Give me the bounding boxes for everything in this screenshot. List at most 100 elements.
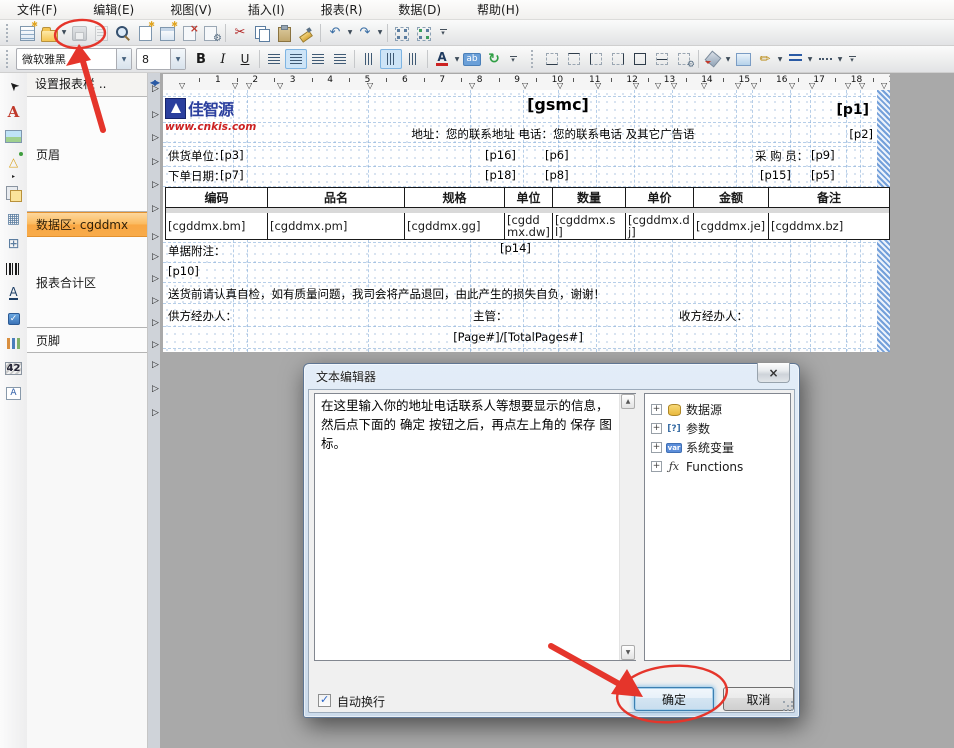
field-cell[interactable]: [cgddmx.bz] (769, 213, 890, 240)
ok-button[interactable]: 确定 (634, 687, 714, 711)
field-cell[interactable]: [cgddmx.dw] (505, 213, 553, 240)
p8-field[interactable]: [p8] (545, 168, 569, 182)
column-header[interactable]: 备注 (769, 187, 890, 208)
rich-text-icon[interactable] (1, 282, 26, 305)
logo[interactable]: 佳智源 www.cnkis.com (165, 96, 251, 133)
field-cell[interactable]: [cgddmx.je] (694, 213, 769, 240)
textbox-icon[interactable] (1, 382, 26, 405)
band-report-summary[interactable]: 报表合计区 (27, 237, 147, 328)
shading-icon[interactable] (732, 49, 754, 69)
border-inner-icon[interactable] (651, 49, 673, 69)
valign-bottom-icon[interactable] (402, 49, 424, 69)
new-band-icon[interactable] (156, 23, 178, 43)
border-setup-icon[interactable] (673, 49, 695, 69)
page-number-icon[interactable] (1, 357, 26, 380)
toolbar-overflow-icon[interactable] (437, 24, 449, 42)
menu-insert[interactable]: 插入(I) (237, 0, 296, 19)
border-top-icon[interactable] (563, 49, 585, 69)
delete-page-icon[interactable] (178, 23, 200, 43)
field-cell[interactable]: [cgddmx.pm] (268, 213, 405, 240)
p5-field[interactable]: [p5] (811, 168, 835, 182)
save-icon[interactable] (68, 23, 90, 43)
select-pointer-icon[interactable]: ➤ (0, 70, 30, 104)
chart-icon[interactable] (1, 332, 26, 355)
paste-icon[interactable] (273, 23, 295, 43)
align-right-icon[interactable] (307, 49, 329, 69)
fill-color-icon[interactable] (702, 49, 724, 69)
order-date-label[interactable]: 下单日期： (168, 168, 226, 184)
valign-top-icon[interactable] (358, 49, 380, 69)
chevron-down-icon[interactable]: ▼ (776, 56, 784, 63)
cut-icon[interactable]: ✂ (229, 23, 251, 43)
border-all-icon[interactable] (629, 49, 651, 69)
underline-icon[interactable] (234, 49, 256, 69)
gsmc-field[interactable]: [gsmc] (433, 95, 683, 114)
highlight-icon[interactable] (461, 49, 483, 69)
p15-field[interactable]: [p15] (760, 168, 791, 182)
shape-icon[interactable] (1, 150, 26, 173)
column-header[interactable]: 金额 (694, 187, 769, 208)
column-header[interactable]: 数量 (553, 187, 626, 208)
format-painter-icon[interactable] (295, 23, 317, 43)
line-style-icon[interactable] (814, 49, 836, 69)
field-cell[interactable]: [cgddmx.sl] (553, 213, 626, 240)
manager-sign-label[interactable]: 主管： (473, 308, 508, 324)
scroll-down-icon[interactable]: ▼ (621, 645, 635, 660)
border-right-icon[interactable] (607, 49, 629, 69)
receiver-sign-label[interactable]: 收方经办人： (679, 308, 748, 324)
font-color-icon[interactable] (431, 49, 453, 69)
menu-help[interactable]: 帮助(H) (466, 0, 530, 19)
expand-icon[interactable] (651, 404, 662, 415)
text-label-icon[interactable]: A (1, 100, 26, 123)
field-cell[interactable]: [cgddmx.dj] (626, 213, 694, 240)
chevron-down-icon[interactable]: ▼ (346, 29, 354, 36)
image-icon[interactable] (1, 125, 26, 148)
p9-field[interactable]: [p9] (811, 148, 835, 162)
band-panel-header[interactable]: 设置报表栏 .. (27, 73, 147, 97)
expand-icon[interactable] (651, 461, 662, 472)
chevron-down-icon[interactable]: ▼ (724, 56, 732, 63)
menu-report[interactable]: 报表(R) (310, 0, 374, 19)
chevron-down-icon[interactable]: ▼ (453, 56, 461, 63)
subreport-icon[interactable] (1, 182, 26, 205)
chevron-down-icon[interactable]: ▼ (806, 56, 814, 63)
p7-field[interactable]: [p7] (220, 168, 244, 182)
p10-field[interactable]: [p10] (168, 264, 199, 278)
data-source-tree[interactable]: 数据源 参数 系统变量 Functions (644, 393, 791, 661)
align-center-icon[interactable] (285, 49, 307, 69)
notice-text[interactable]: 送货前请认真自检，如有质量问题，我司会将产品退回，由此产生的损失自负，谢谢！ (168, 286, 605, 302)
crosstab-icon[interactable]: ⊞ (1, 232, 26, 255)
tree-item-functions[interactable]: Functions (645, 457, 790, 476)
p1-field[interactable]: [p1] (813, 102, 869, 118)
note-label[interactable]: 单据附注： (168, 243, 226, 259)
new-page-icon[interactable] (134, 23, 156, 43)
border-bottom-icon[interactable] (541, 49, 563, 69)
p18-field[interactable]: [p18] (485, 168, 516, 182)
band-page-footer[interactable]: 页脚 (27, 328, 147, 353)
export-icon[interactable] (90, 23, 112, 43)
barcode-icon[interactable] (1, 257, 26, 280)
tree-item-datasource[interactable]: 数据源 (645, 400, 790, 419)
tree-item-parameters[interactable]: 参数 (645, 419, 790, 438)
page-setup-icon[interactable] (200, 23, 222, 43)
buyer-label[interactable]: 采 购 员： (755, 148, 808, 164)
scroll-up-icon[interactable]: ▲ (621, 394, 635, 409)
align-left-icon[interactable] (263, 49, 285, 69)
column-header[interactable]: 品名 (268, 187, 405, 208)
redo-icon[interactable]: ↷ (354, 23, 376, 43)
column-header[interactable]: 编码 (165, 187, 268, 208)
word-wrap-checkbox[interactable] (318, 694, 331, 707)
undo-icon[interactable]: ↶ (324, 23, 346, 43)
bold-icon[interactable] (190, 49, 212, 69)
text-editor-input[interactable]: 在这里输入你的地址电话联系人等想要显示的信息，然后点下面的 确定 按钮之后，再点… (314, 393, 636, 661)
p16-field[interactable]: [p16] (485, 148, 516, 162)
report-canvas[interactable]: 佳智源 www.cnkis.com [gsmc] [p1] 地址：您的联系地址 … (163, 90, 890, 352)
table-icon[interactable]: ▦ (1, 207, 26, 230)
chevron-down-icon[interactable]: ▼ (376, 29, 384, 36)
menu-data[interactable]: 数据(D) (387, 0, 452, 19)
toolbar-overflow-icon[interactable] (846, 50, 858, 68)
chevron-down-icon[interactable]: ▼ (60, 29, 68, 36)
supplier-label[interactable]: 供货单位： (168, 148, 226, 164)
open-icon[interactable] (38, 23, 60, 43)
textarea-scrollbar[interactable]: ▲ ▼ (619, 394, 636, 660)
